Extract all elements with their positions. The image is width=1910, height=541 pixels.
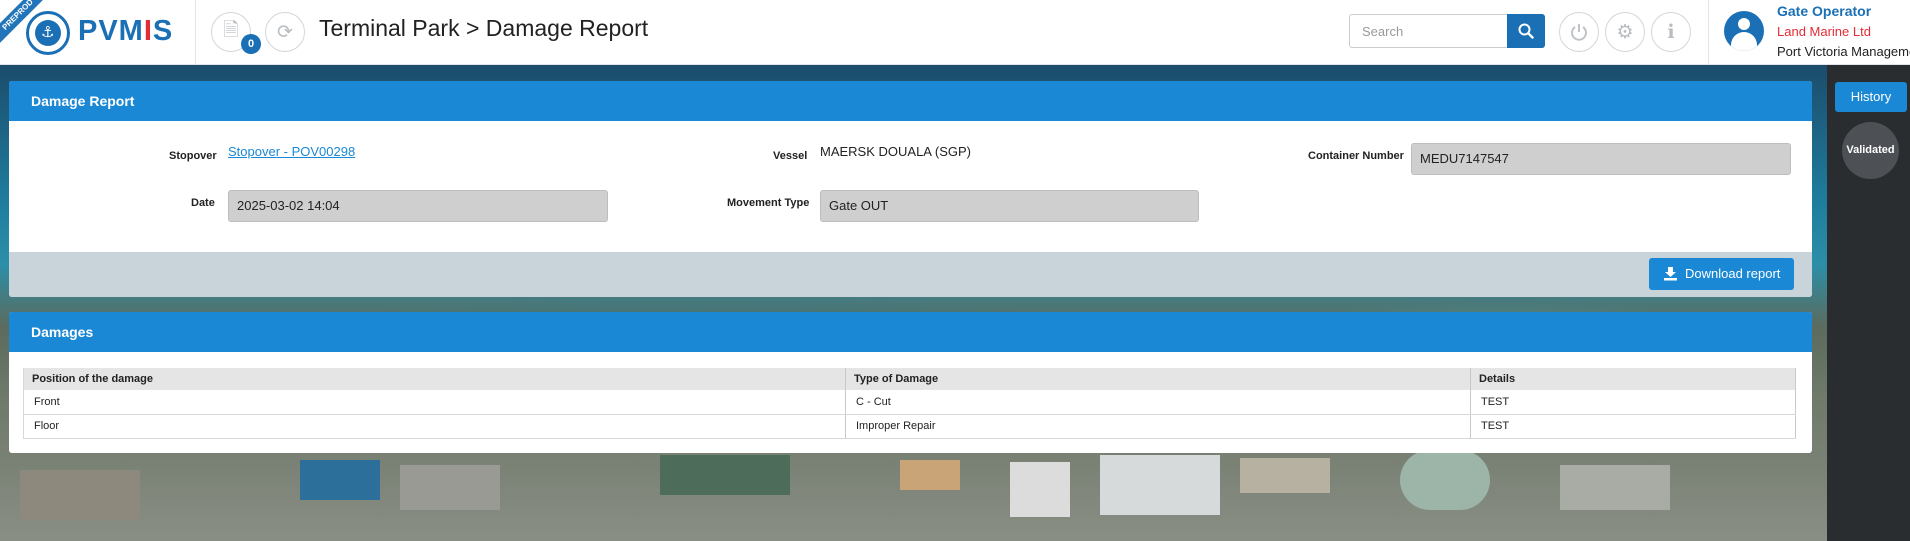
column-header-details[interactable]: Details (1470, 368, 1796, 390)
date-label: Date (191, 197, 215, 209)
info-icon: i (1667, 21, 1675, 43)
damage-details-cell: TEST (1470, 414, 1796, 439)
status-badge: Validated (1842, 122, 1899, 179)
vessel-value: MAERSK DOUALA (SGP) (820, 144, 971, 159)
page-title-breadcrumb: Terminal Park > Damage Report (319, 15, 649, 41)
info-button[interactable]: i (1651, 12, 1691, 52)
gears-icon: ⚙ (1616, 21, 1634, 43)
column-header-position[interactable]: Position of the damage (23, 368, 846, 390)
container-number-label: Container Number (1308, 150, 1404, 162)
damages-table: Position of the damage Type of Damage De… (23, 368, 1796, 439)
vessel-label: Vessel (773, 150, 808, 162)
damage-report-title: Damage Report (9, 81, 1812, 121)
background-buildings (0, 450, 1827, 541)
date-field[interactable]: 2025-03-02 14:04 (228, 190, 608, 222)
table-header-row: Position of the damage Type of Damage De… (23, 368, 1796, 390)
search-button[interactable] (1507, 14, 1545, 48)
damage-details-cell: TEST (1470, 390, 1796, 415)
document-icon: 🗎 (223, 19, 239, 41)
search-input[interactable] (1349, 14, 1507, 48)
search-icon (1518, 23, 1534, 39)
damage-report-card: Damage Report Stopover Stopover - POV002… (9, 81, 1812, 297)
report-actions-bar: Download report (9, 252, 1812, 297)
avatar (1724, 11, 1764, 51)
notification-count-badge: 0 (241, 34, 261, 54)
damages-card: Damages Position of the damage Type of D… (9, 312, 1812, 453)
power-icon (1571, 24, 1587, 41)
user-company: Land Marine Ltd (1777, 24, 1871, 39)
refresh-icon: ⟳ (277, 21, 293, 43)
side-panel: History Validated (1827, 65, 1910, 541)
damage-type-cell: Improper Repair (845, 414, 1471, 439)
damage-position-cell: Floor (23, 414, 846, 439)
download-report-label: Download report (1685, 266, 1781, 281)
logout-button[interactable] (1559, 12, 1599, 52)
movement-type-field[interactable]: Gate OUT (820, 190, 1199, 222)
user-role: Gate Operator (1777, 3, 1872, 19)
table-row[interactable]: Floor Improper Repair TEST (23, 414, 1796, 439)
column-header-type[interactable]: Type of Damage (845, 368, 1471, 390)
top-bar: PVMIS PREPROD 🗎 0 ⟳ Terminal Park > Dama… (0, 0, 1910, 65)
download-icon (1664, 267, 1677, 281)
container-number-field[interactable]: MEDU7147547 (1411, 143, 1791, 175)
logo-emblem-icon (26, 11, 70, 55)
refresh-button[interactable]: ⟳ (265, 12, 305, 52)
user-organization: Port Victoria Management (1777, 44, 1910, 59)
history-button[interactable]: History (1835, 82, 1907, 112)
stopover-label: Stopover (169, 150, 217, 162)
app-logo: PVMIS (78, 15, 174, 47)
download-report-button[interactable]: Download report (1649, 258, 1794, 290)
settings-button[interactable]: ⚙ (1605, 12, 1645, 52)
damages-title: Damages (9, 312, 1812, 352)
user-menu[interactable]: Gate Operator Land Marine Ltd Port Victo… (1708, 0, 1910, 65)
stopover-link[interactable]: Stopover - POV00298 (228, 144, 355, 159)
table-row[interactable]: Front C - Cut TEST (23, 390, 1796, 415)
damage-position-cell: Front (23, 390, 846, 415)
damage-type-cell: C - Cut (845, 390, 1471, 415)
movement-type-label: Movement Type (727, 197, 810, 209)
